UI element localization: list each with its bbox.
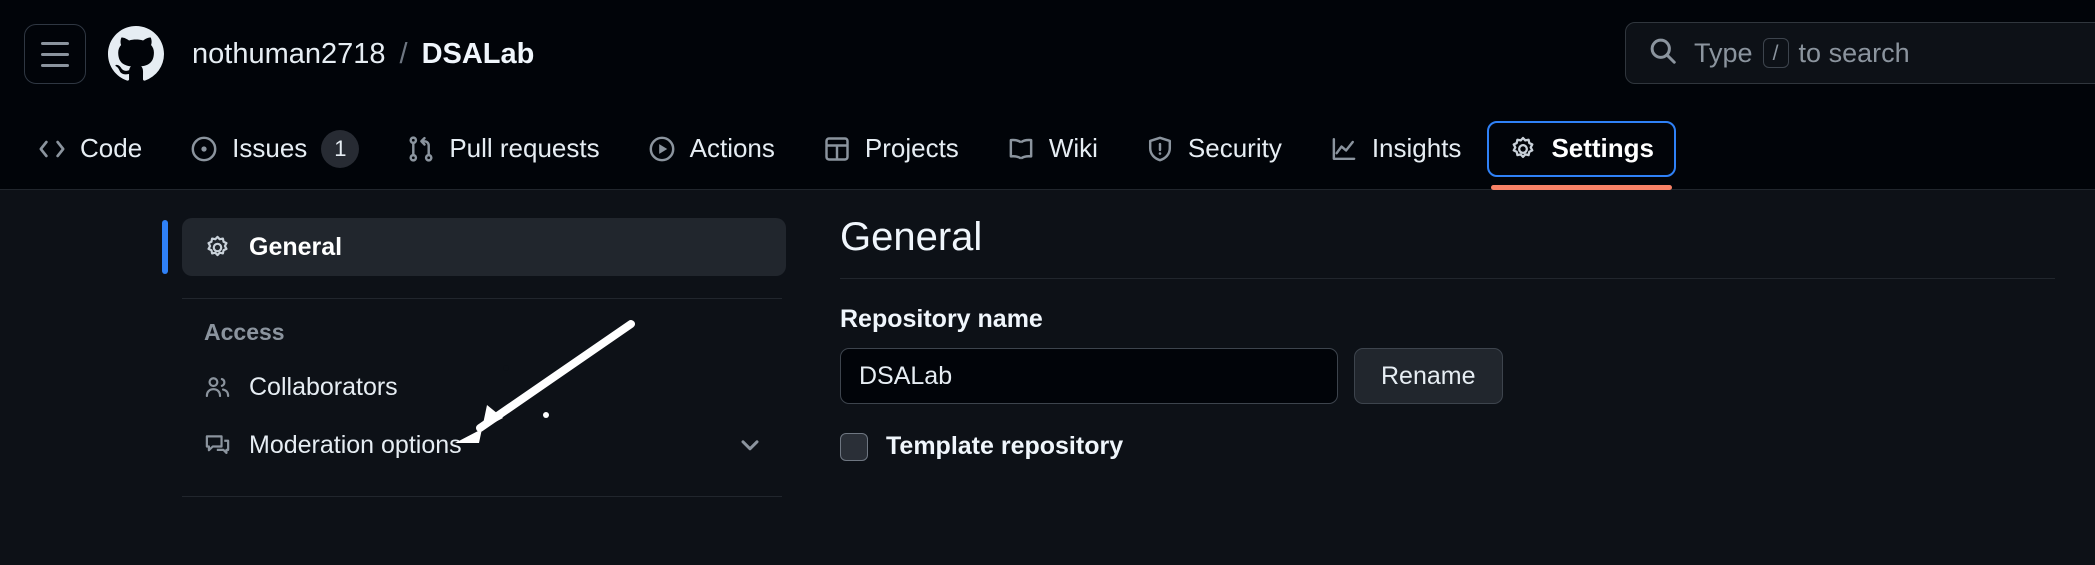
template-repository-checkbox[interactable]: [840, 432, 868, 461]
sidebar-item-collaborators[interactable]: Collaborators: [182, 358, 786, 416]
breadcrumb-separator: /: [399, 37, 408, 70]
book-icon: [1007, 135, 1035, 163]
tab-projects[interactable]: Projects: [801, 121, 981, 177]
title-divider: [840, 278, 2055, 279]
rename-button[interactable]: Rename: [1354, 348, 1503, 404]
hamburger-bar: [41, 52, 69, 56]
code-icon: [38, 135, 66, 163]
people-icon: [204, 374, 231, 401]
graph-icon: [1330, 135, 1358, 163]
tab-wiki[interactable]: Wiki: [985, 121, 1120, 177]
git-pull-request-icon: [407, 135, 435, 163]
chevron-down-icon[interactable]: [736, 431, 764, 459]
hamburger-menu-icon[interactable]: [24, 24, 86, 84]
sidebar-item-label: Collaborators: [249, 372, 398, 401]
github-logo-icon[interactable]: [108, 26, 164, 82]
sidebar-group-access: Access: [204, 319, 285, 345]
play-icon: [648, 135, 676, 163]
tab-label: Security: [1187, 133, 1282, 163]
settings-body: General Access Collaborators Moderation …: [0, 190, 2095, 565]
gear-icon: [204, 234, 231, 261]
tab-label: Insights: [1371, 133, 1462, 163]
tab-code[interactable]: Code: [16, 121, 164, 177]
tab-label: Wiki: [1048, 133, 1098, 163]
issues-count-badge: 1: [321, 129, 360, 168]
repository-name-input[interactable]: [840, 348, 1338, 404]
breadcrumb-repo[interactable]: DSALab: [422, 38, 535, 71]
shield-icon: [1146, 135, 1174, 163]
tab-insights[interactable]: Insights: [1308, 121, 1484, 177]
template-repository-row: Template repository: [840, 404, 2055, 461]
sidebar-item-moderation-options[interactable]: Moderation options: [182, 416, 786, 474]
hamburger-bar: [41, 41, 69, 45]
active-indicator-bar: [162, 220, 168, 274]
github-repo-settings-page: nothuman2718 / DSALab Type / to search C…: [0, 0, 2095, 565]
tab-label: Actions: [689, 133, 775, 163]
sidebar-item-label: General: [249, 232, 343, 261]
tab-label: Pull requests: [449, 133, 600, 163]
search-placeholder: Type / to search: [1694, 38, 1910, 69]
active-tab-underline: [1491, 184, 1673, 190]
breadcrumb: nothuman2718 / DSALab: [192, 38, 534, 71]
sidebar-item-label: Moderation options: [249, 430, 462, 459]
comment-discussion-icon: [204, 432, 231, 459]
repo-nav-tabs: Code Issues 1 Pull requests Actions Proj…: [0, 108, 2095, 190]
search-input[interactable]: Type / to search: [1625, 22, 2095, 84]
table-icon: [823, 135, 851, 163]
repository-name-label: Repository name: [840, 305, 1043, 333]
tab-label: Code: [80, 133, 143, 163]
sidebar-divider: [182, 298, 782, 299]
template-repository-label: Template repository: [886, 432, 1124, 460]
search-placeholder-suffix: to search: [1798, 37, 1910, 68]
tab-security[interactable]: Security: [1124, 121, 1304, 177]
settings-sidebar: General Access Collaborators Moderation …: [0, 190, 812, 565]
tab-settings[interactable]: Settings: [1487, 120, 1677, 190]
tab-pull-requests[interactable]: Pull requests: [385, 121, 621, 177]
breadcrumb-owner[interactable]: nothuman2718: [192, 38, 386, 71]
settings-main-content: General Repository name Rename Template …: [812, 190, 2095, 565]
search-icon: [1648, 36, 1678, 71]
tab-label: Settings: [1551, 133, 1655, 163]
sidebar-divider: [182, 496, 782, 497]
issue-opened-icon: [190, 135, 218, 163]
tab-issues[interactable]: Issues 1: [168, 121, 381, 177]
repository-name-row: Rename: [840, 348, 2055, 404]
tab-actions[interactable]: Actions: [626, 121, 797, 177]
sidebar-item-general[interactable]: General: [162, 218, 786, 276]
hamburger-bar: [41, 63, 69, 67]
tab-label: Projects: [864, 133, 959, 163]
global-header: nothuman2718 / DSALab Type / to search: [0, 0, 2095, 108]
tab-label: Issues: [232, 133, 308, 163]
slash-key-badge: /: [1762, 38, 1789, 68]
gear-icon: [1509, 135, 1537, 163]
search-placeholder-prefix: Type: [1694, 37, 1753, 68]
page-title: General: [840, 215, 983, 259]
